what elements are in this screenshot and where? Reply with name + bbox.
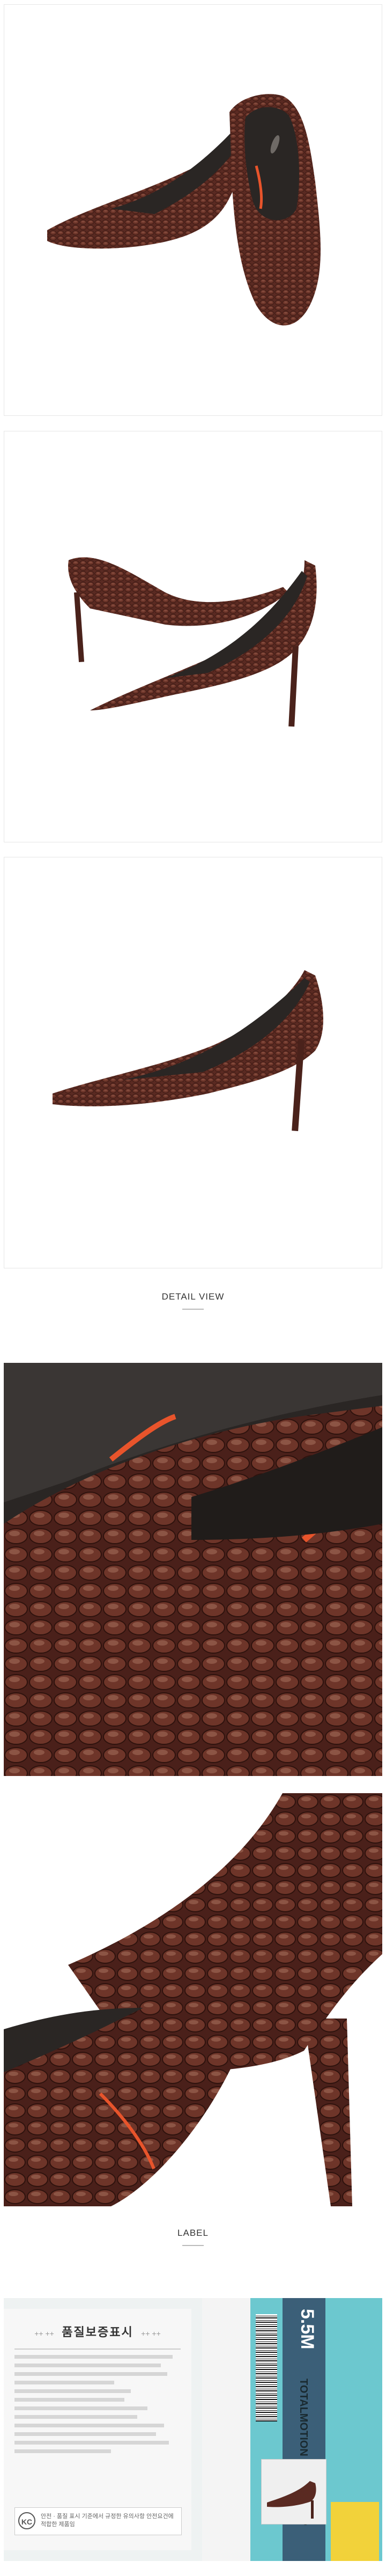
shoebox-label: 5.5M TOTALMOTION PLAIN PUMP (202, 2298, 382, 2561)
heel-closeup-image (4, 1793, 382, 2206)
shoe-pair-image (47, 94, 321, 326)
stars-right: ++ ++ (141, 2329, 161, 2338)
box-white-panel (202, 2298, 250, 2561)
section-heading-label: LABEL (0, 2228, 386, 2246)
divider (182, 1309, 204, 1310)
single-shoe-image (53, 970, 323, 1132)
shoe-pair-side-image (68, 557, 317, 727)
product-photo-1 (4, 4, 382, 416)
section-title: LABEL (177, 2228, 209, 2238)
shoe-icon (267, 2481, 316, 2519)
product-photo-3 (4, 857, 382, 1268)
safety-notice: 안전 · 품질 표시 기준에서 규정한 유의사항 안전요건에 적합한 제품임 (41, 2513, 174, 2528)
toe-closeup-image (4, 1363, 382, 1776)
box-yellow-tag (331, 2502, 379, 2561)
label-photo: ++ ++ 품질보증표시 ++ ++ KC 안전 · 품질 표시 기준에서 규정… (4, 2298, 382, 2561)
detail-photo-heel (4, 1793, 382, 2206)
product-photo-2 (4, 431, 382, 842)
quality-label-card: ++ ++ 품질보증표시 ++ ++ KC 안전 · 품질 표시 기준에서 규정… (4, 2309, 191, 2550)
label-title: 품질보증표시 (62, 2325, 133, 2339)
section-title: DETAIL VIEW (161, 1291, 225, 1302)
kc-icon: KC (18, 2512, 35, 2529)
kc-mark-row: KC 안전 · 품질 표시 기준에서 규정한 유의사항 안전요건에 적합한 제품… (14, 2507, 182, 2535)
section-heading-detail-view: DETAIL VIEW (0, 1291, 386, 1310)
shoe-thumbnail (261, 2459, 326, 2524)
divider (182, 2245, 204, 2246)
shoe-size: 5.5M (297, 2309, 317, 2350)
label-text-block (14, 2346, 181, 2497)
stars-left: ++ ++ (34, 2329, 54, 2338)
barcode (256, 2314, 277, 2421)
detail-photo-toe (4, 1363, 382, 1776)
